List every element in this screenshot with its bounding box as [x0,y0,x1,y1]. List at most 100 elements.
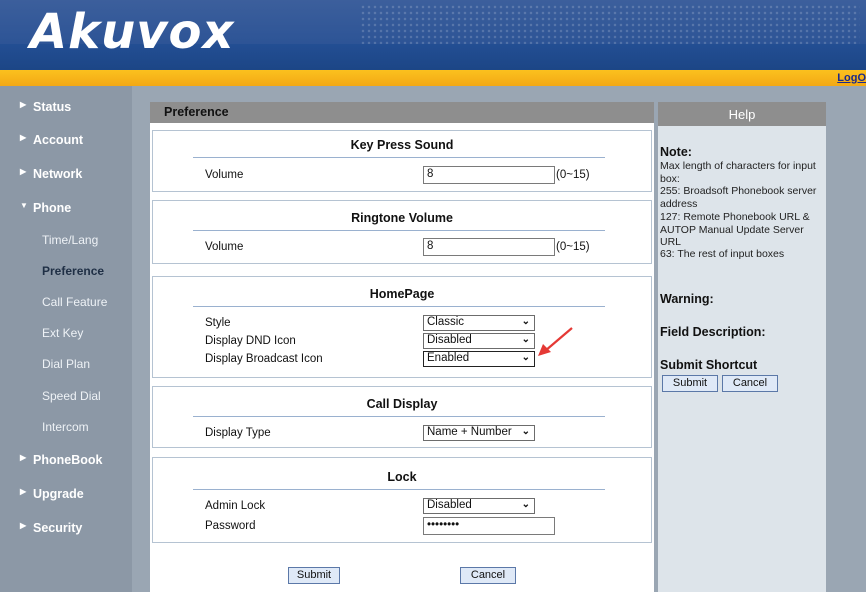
note-heading: Note: [660,145,692,159]
expand-arrow-icon: ▶ [20,167,27,176]
sidebar-item-label: Phone [33,201,72,215]
section-homepage: HomePage Style Classic ⌄ Display DND Ico… [152,276,652,378]
annotation-arrow-icon [538,327,573,356]
sidebar-item-phonebook[interactable]: ▶ PhoneBook [0,448,132,472]
sidebar-item-label: Security [33,521,83,535]
field-description-heading: Field Description: [660,325,766,339]
submit-shortcut-heading: Submit Shortcut [660,358,758,372]
submit-button[interactable]: Submit [288,567,340,584]
sidebar: ▶ Status ▶ Account ▶ Network ▼ Phone Tim… [0,86,132,592]
expand-arrow-icon: ▶ [20,100,27,109]
select-value: Disabled [427,499,472,511]
display-type-label: Display Type [205,427,271,439]
main-panel: Preference Key Press Sound Volume 8 (0~1… [150,102,654,592]
sidebar-item-account[interactable]: ▶ Account [0,128,132,152]
section-title: HomePage [369,287,435,301]
sidebar-sub-label: Call Feature [42,295,108,309]
sidebar-sub-speed-dial[interactable]: Speed Dial [42,384,132,408]
header-accent-bar [0,70,866,86]
expand-arrow-icon: ▶ [20,487,27,496]
dnd-icon-select[interactable]: Disabled ⌄ [423,333,535,349]
sidebar-item-status[interactable]: ▶ Status [0,95,132,119]
select-value: Enabled [427,352,470,364]
sidebar-item-label: Network [33,167,83,181]
logout-link[interactable]: LogO [837,72,866,84]
sidebar-item-label: Status [33,100,72,114]
expand-arrow-icon: ▶ [20,521,27,530]
section-divider [193,416,605,417]
volume-label: Volume [205,169,244,181]
key-press-volume-input[interactable]: 8 [423,166,555,184]
help-note-line: Max length of characters for input box: [660,160,816,185]
style-label: Style [205,317,231,329]
sidebar-sub-dial-plan[interactable]: Dial Plan [42,352,132,376]
shortcut-submit-button[interactable]: Submit [662,375,718,392]
sidebar-sub-ext-key[interactable]: Ext Key [42,321,132,345]
shortcut-cancel-button[interactable]: Cancel [722,375,778,392]
page-title: Preference [150,102,654,123]
sidebar-item-upgrade[interactable]: ▶ Upgrade [0,482,132,506]
help-title: Help [658,102,826,126]
section-title: Call Display [366,397,438,411]
section-key-press-sound: Key Press Sound Volume 8 (0~15) [152,130,652,192]
sidebar-sub-intercom[interactable]: Intercom [42,415,132,439]
sidebar-sub-label: Speed Dial [42,389,101,403]
header-pattern [360,4,860,44]
expand-arrow-icon: ▶ [20,133,27,142]
broadcast-icon-label: Display Broadcast Icon [205,353,323,365]
chevron-down-icon: ⌄ [521,352,530,363]
sidebar-sub-call-feature[interactable]: Call Feature [42,290,132,314]
chevron-down-icon: ⌄ [521,499,530,510]
password-label: Password [205,520,256,532]
cancel-button[interactable]: Cancel [460,567,516,584]
sidebar-sub-label: Intercom [42,420,89,434]
section-divider [193,306,605,307]
sidebar-sub-label: Dial Plan [42,357,91,371]
sidebar-item-phone[interactable]: ▼ Phone [0,196,132,220]
section-divider [193,489,605,490]
password-input[interactable]: •••••••• [423,517,555,535]
sidebar-sub-preference[interactable]: Preference [42,259,132,283]
sidebar-item-label: PhoneBook [33,453,103,467]
section-call-display: Call Display Display Type Name + Number … [152,386,652,448]
style-select[interactable]: Classic ⌄ [423,315,535,331]
sidebar-item-network[interactable]: ▶ Network [0,162,132,186]
section-title: Key Press Sound [350,138,454,152]
warning-heading: Warning: [660,292,714,306]
chevron-down-icon: ⌄ [521,334,530,345]
help-note-line: 127: Remote Phonebook URL & AUTOP Manual… [660,211,810,248]
sidebar-sub-label: Time/Lang [42,233,99,247]
select-value: Classic [427,316,465,328]
section-divider [193,157,605,158]
help-note-line: 255: Broadsoft Phonebook server address [660,185,817,210]
chevron-down-icon: ⌄ [521,426,530,437]
section-lock: Lock Admin Lock Disabled ⌄ Password ••••… [152,457,652,543]
admin-lock-label: Admin Lock [205,500,266,512]
sidebar-item-security[interactable]: ▶ Security [0,516,132,540]
volume-label: Volume [205,241,244,253]
help-panel: Help Note: Max length of characters for … [658,102,826,592]
chevron-down-icon: ⌄ [521,316,530,327]
collapse-arrow-icon: ▼ [20,201,28,210]
expand-arrow-icon: ▶ [20,453,27,462]
sidebar-item-label: Upgrade [33,487,84,501]
header-banner: Akuvox [0,0,866,70]
select-value: Disabled [427,334,472,346]
ringtone-volume-input[interactable]: 8 [423,238,555,256]
sidebar-item-label: Account [33,133,83,147]
admin-lock-select[interactable]: Disabled ⌄ [423,498,535,514]
display-type-select[interactable]: Name + Number ⌄ [423,425,535,441]
brand-logo: Akuvox [30,4,235,60]
help-note-line: 63: The rest of input boxes [660,248,785,260]
section-title: Lock [387,470,417,484]
section-divider [193,230,605,231]
sidebar-sub-time-lang[interactable]: Time/Lang [42,228,132,252]
volume-range-hint: (0~15) [556,241,590,253]
dnd-icon-label: Display DND Icon [205,335,296,347]
broadcast-icon-select[interactable]: Enabled ⌄ [423,351,535,367]
sidebar-sub-label: Ext Key [42,326,84,340]
select-value: Name + Number [427,426,512,438]
volume-range-hint: (0~15) [556,169,590,181]
sidebar-sub-label: Preference [42,264,105,278]
section-title: Ringtone Volume [351,211,453,225]
